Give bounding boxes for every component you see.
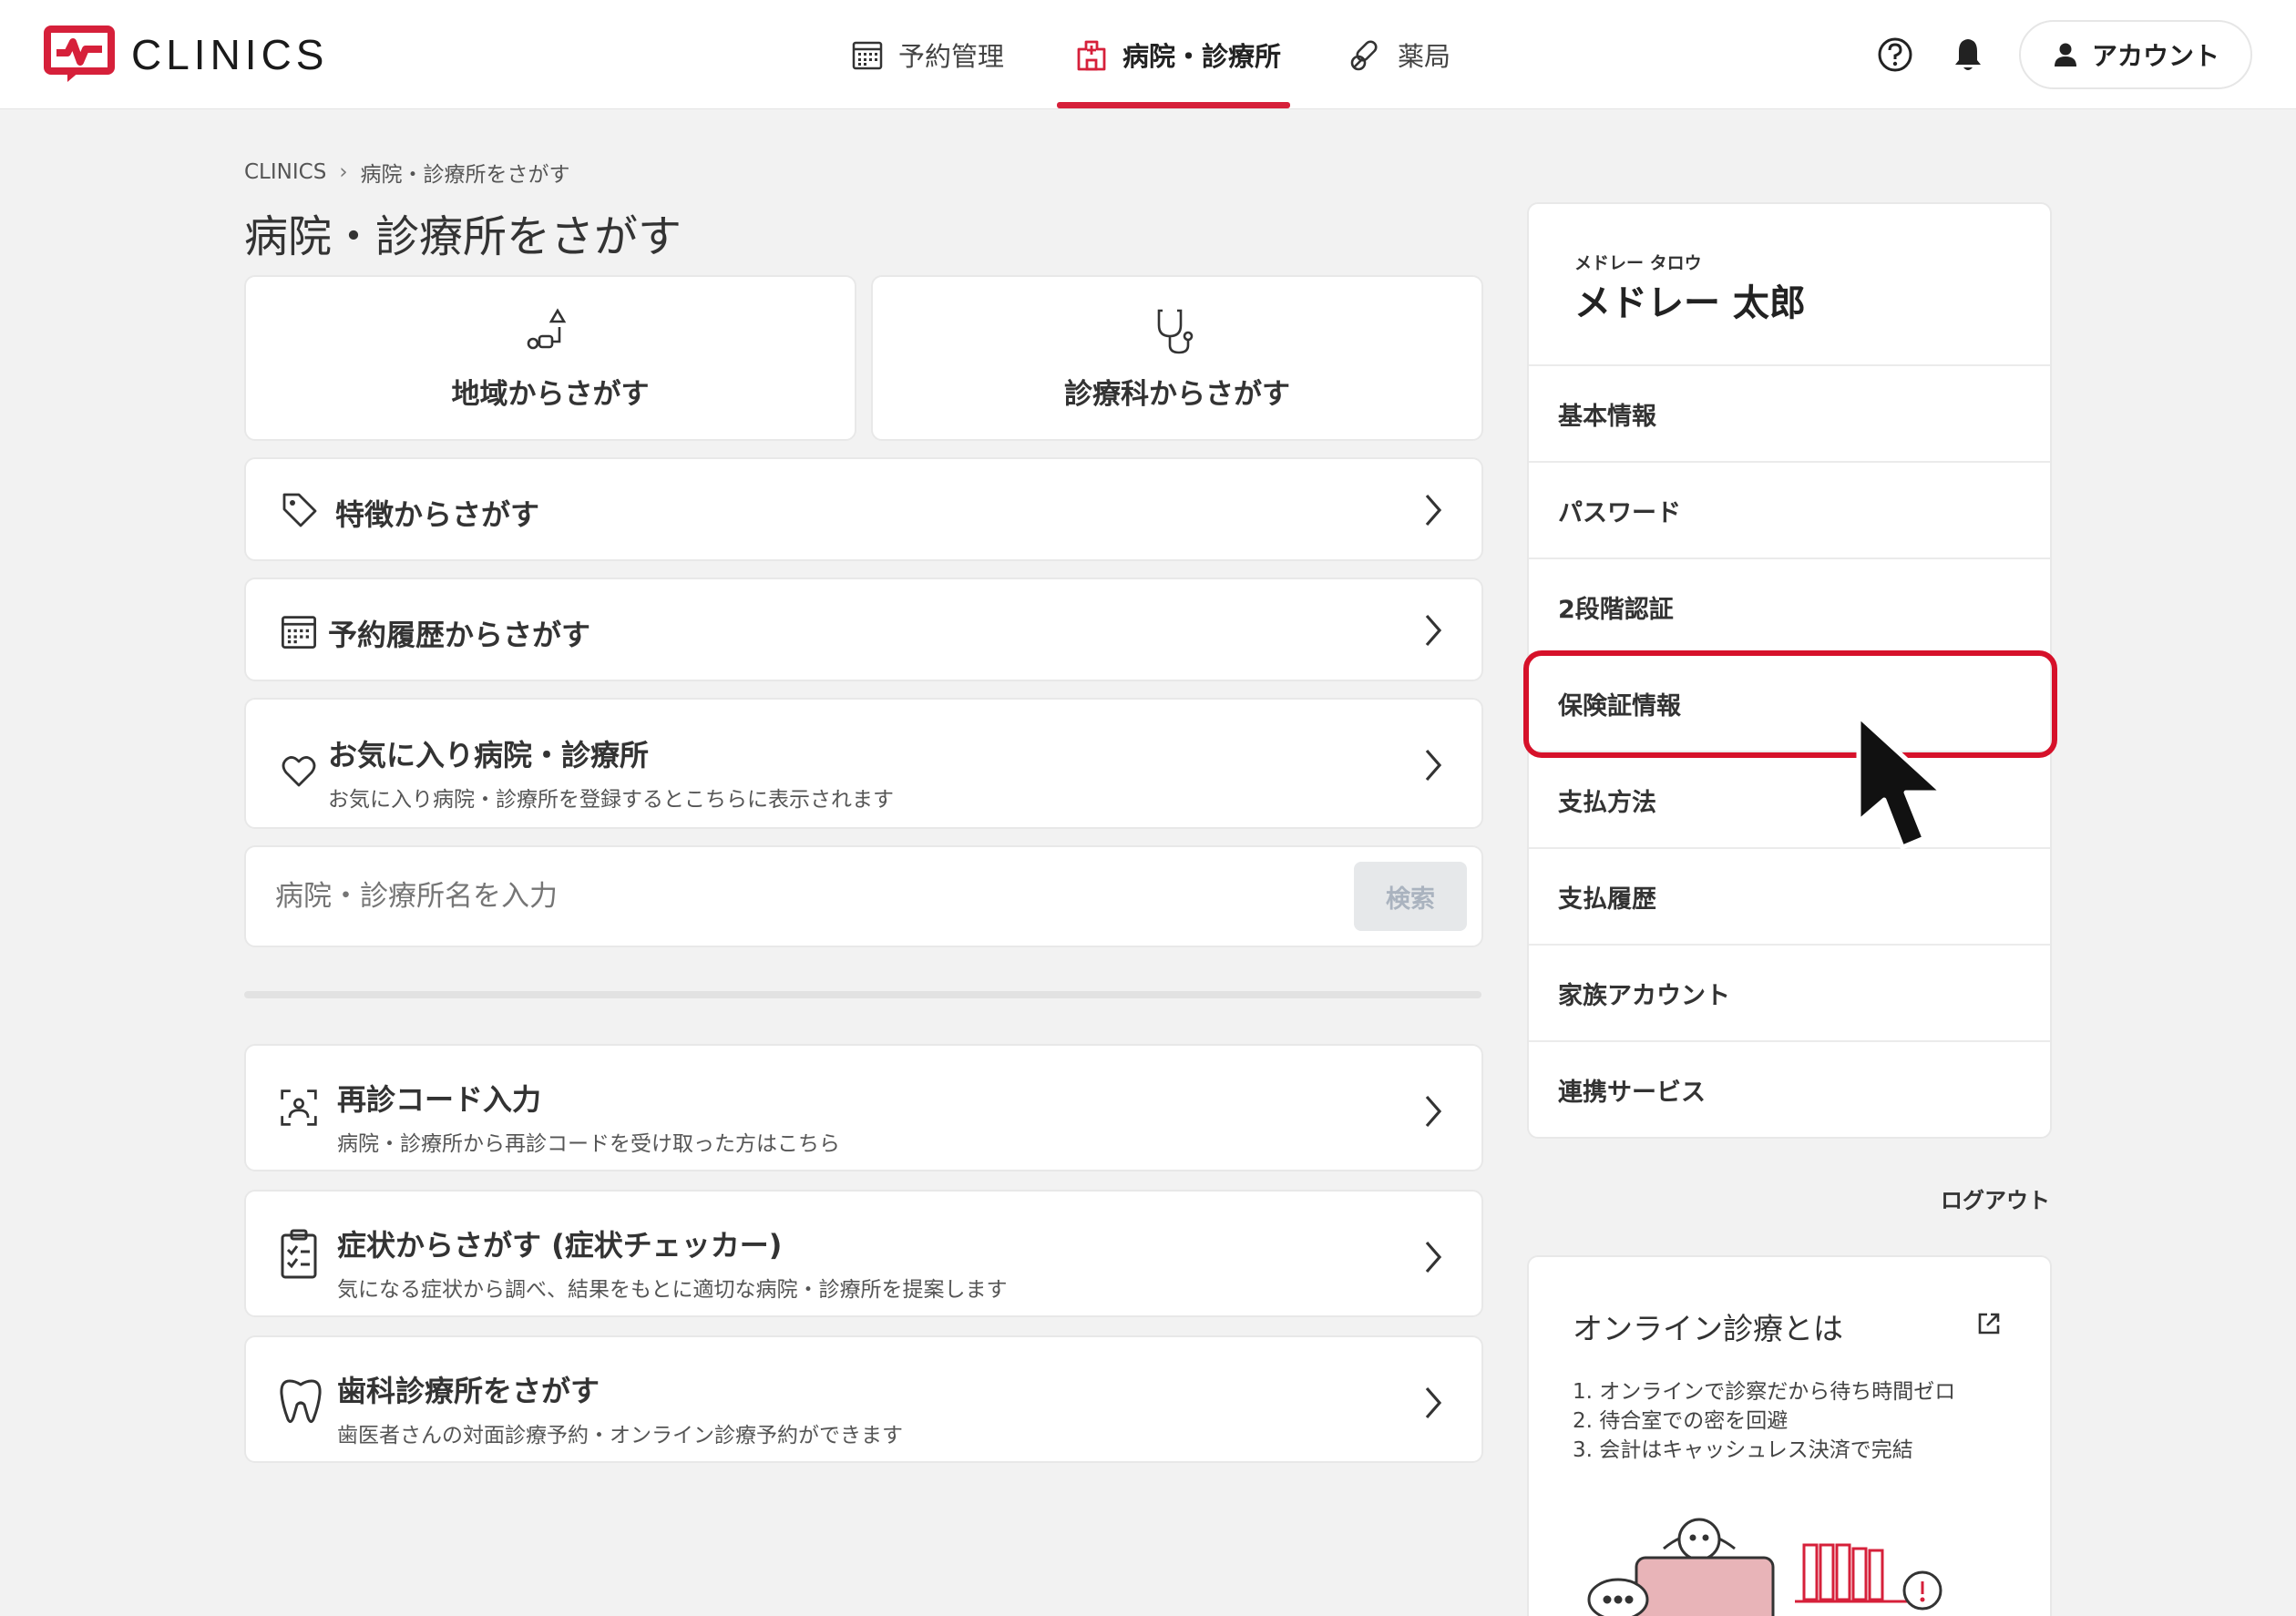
nav-pharmacy-label: 薬局 bbox=[1398, 41, 1451, 72]
clinic-name-input[interactable] bbox=[275, 864, 1368, 929]
revisit-code-title: 再診コード入力 bbox=[337, 1082, 542, 1117]
breadcrumb-root[interactable]: CLINICS bbox=[244, 160, 326, 184]
mouse-cursor-icon bbox=[1856, 713, 1945, 850]
hospital-icon bbox=[1077, 40, 1106, 71]
nav-hospital-label: 病院・診療所 bbox=[1122, 41, 1282, 72]
online-consultation-illustration bbox=[1587, 1518, 1942, 1616]
menu-family-account[interactable]: 家族アカウント bbox=[1529, 944, 2050, 1040]
calendar-icon bbox=[282, 616, 316, 649]
external-link-icon[interactable] bbox=[1975, 1310, 2003, 1337]
menu-password[interactable]: パスワード bbox=[1529, 461, 2050, 557]
bell-icon[interactable] bbox=[1948, 35, 1988, 75]
logout-link[interactable]: ログアウト bbox=[1913, 1182, 2050, 1214]
menu-payment-method[interactable]: 支払方法 bbox=[1529, 751, 2050, 847]
scan-person-icon bbox=[281, 1089, 317, 1126]
search-by-department-card[interactable]: 診療科からさがす bbox=[871, 275, 1483, 441]
search-by-history-label: 予約履歴からさがす bbox=[328, 618, 591, 652]
page-title: 病院・診療所をさがす bbox=[244, 211, 682, 262]
chevron-right-icon bbox=[1425, 749, 1442, 782]
clinics-logo-icon bbox=[44, 26, 115, 82]
logo-text: CLINICS bbox=[131, 31, 329, 78]
insurance-card-highlight bbox=[1523, 650, 2057, 758]
heart-icon bbox=[282, 756, 316, 787]
dental-search-row[interactable]: 歯科診療所をさがす 歯医者さんの対面診療予約・オンライン診療予約ができます bbox=[244, 1335, 1483, 1463]
tag-icon bbox=[282, 493, 317, 527]
chevron-right-icon: › bbox=[339, 160, 348, 184]
menu-basic-info[interactable]: 基本情報 bbox=[1529, 364, 2050, 461]
online-consultation-title: オンライン診療とは bbox=[1573, 1311, 1843, 1346]
search-by-area-card[interactable]: 地域からさがす bbox=[244, 275, 856, 441]
stethoscope-icon bbox=[1157, 309, 1194, 353]
top-header: CLINICS 予約管理 病院・診療所 薬局 アカウント bbox=[0, 0, 2296, 109]
pill-icon bbox=[1350, 40, 1378, 71]
breadcrumb: CLINICS › 病院・診療所をさがす bbox=[244, 157, 570, 188]
nav-hospital[interactable]: 病院・診療所 bbox=[1073, 0, 1281, 109]
favorites-description: お気に入り病院・診療所を登録するとこちらに表示されます bbox=[328, 788, 894, 812]
list-item: 1. オンラインで診察だから待ち時間ゼロ bbox=[1573, 1380, 1956, 1404]
search-by-features-label: 特徴からさがす bbox=[335, 497, 540, 532]
list-item: 2. 待合室での密を回避 bbox=[1573, 1409, 1789, 1433]
nav-active-indicator bbox=[1057, 102, 1290, 108]
menu-linked-services[interactable]: 連携サービス bbox=[1529, 1040, 2050, 1137]
calendar-icon bbox=[852, 41, 883, 70]
nav-pharmacy[interactable]: 薬局 bbox=[1348, 0, 1450, 109]
user-icon bbox=[2054, 43, 2076, 66]
symptom-checker-description: 気になる症状から調べ、結果をもとに適切な病院・診療所を提案します bbox=[337, 1278, 1008, 1302]
account-button[interactable]: アカウント bbox=[2019, 20, 2252, 89]
clipboard-check-icon bbox=[281, 1229, 317, 1279]
nav-reservation[interactable]: 予約管理 bbox=[849, 0, 1004, 109]
tooth-icon bbox=[280, 1379, 322, 1424]
account-label: アカウント bbox=[2091, 41, 2219, 71]
user-name-kana: メドレー タロウ bbox=[1574, 253, 1702, 273]
chevron-right-icon bbox=[1425, 614, 1442, 647]
user-name: メドレー 太郎 bbox=[1574, 282, 1806, 324]
online-consultation-list: 1. オンラインで診察だから待ち時間ゼロ 2. 待合室での密を回避 3. 会計は… bbox=[1573, 1377, 1955, 1465]
breadcrumb-current: 病院・診療所をさがす bbox=[360, 163, 570, 187]
menu-payment-history[interactable]: 支払履歴 bbox=[1529, 847, 2050, 944]
symptom-checker-row[interactable]: 症状からさがす (症状チェッカー) 気になる症状から調べ、結果をもとに適切な病院… bbox=[244, 1190, 1483, 1317]
dental-search-description: 歯医者さんの対面診療予約・オンライン診療予約ができます bbox=[337, 1424, 903, 1447]
map-pin-icon bbox=[527, 307, 567, 349]
help-icon[interactable] bbox=[1875, 35, 1915, 75]
dental-search-title: 歯科診療所をさがす bbox=[337, 1374, 600, 1408]
chevron-right-icon bbox=[1425, 494, 1442, 527]
revisit-code-description: 病院・診療所から再診コードを受け取った方はこちら bbox=[337, 1132, 840, 1156]
online-consultation-card[interactable]: オンライン診療とは 1. オンラインで診察だから待ち時間ゼロ 2. 待合室での密… bbox=[1527, 1255, 2052, 1616]
chevron-right-icon bbox=[1425, 1241, 1442, 1273]
search-by-area-label: 地域からさがす bbox=[451, 377, 650, 411]
favorites-row[interactable]: お気に入り病院・診療所 お気に入り病院・診療所を登録するとこちらに表示されます bbox=[244, 698, 1483, 829]
search-by-features-row[interactable]: 特徴からさがす bbox=[244, 457, 1483, 561]
favorites-title: お気に入り病院・診療所 bbox=[328, 738, 650, 772]
search-by-history-row[interactable]: 予約履歴からさがす bbox=[244, 578, 1483, 681]
search-button[interactable]: 検索 bbox=[1354, 862, 1467, 931]
section-divider bbox=[244, 991, 1481, 998]
chevron-right-icon bbox=[1425, 1386, 1442, 1419]
chevron-right-icon bbox=[1425, 1095, 1442, 1128]
menu-two-factor-auth[interactable]: 2段階認証 bbox=[1529, 557, 2050, 654]
symptom-checker-title: 症状からさがす (症状チェッカー) bbox=[337, 1228, 783, 1263]
clinic-search-box: 検索 bbox=[244, 845, 1483, 947]
clinics-logo[interactable]: CLINICS bbox=[44, 26, 328, 84]
search-by-department-label: 診療科からさがす bbox=[1064, 377, 1290, 411]
revisit-code-row[interactable]: 再診コード入力 病院・診療所から再診コードを受け取った方はこちら bbox=[244, 1044, 1483, 1171]
list-item: 3. 会計はキャッシュレス決済で完結 bbox=[1573, 1438, 1913, 1462]
nav-reservation-label: 予約管理 bbox=[898, 41, 1005, 72]
